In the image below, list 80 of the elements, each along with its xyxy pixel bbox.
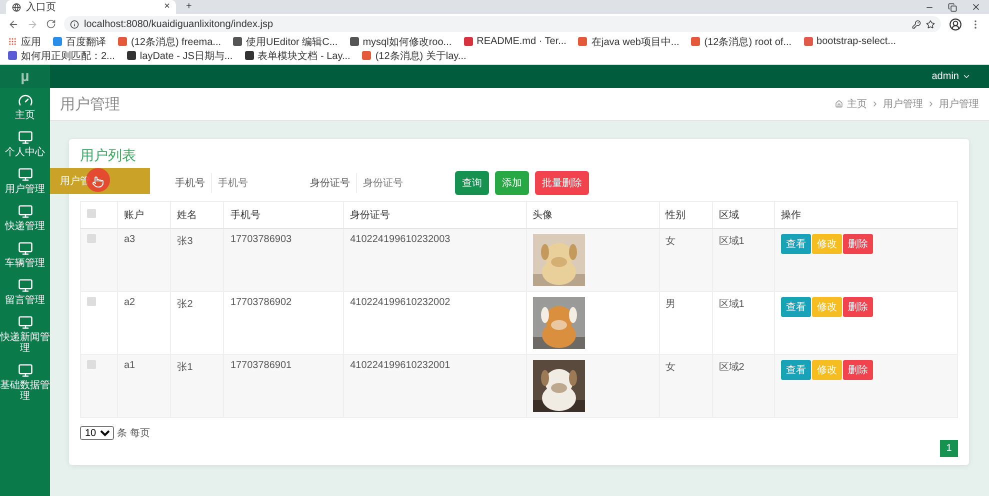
key-icon[interactable] [912,20,921,28]
filter-label: 身份证号 [310,177,350,190]
row-checkbox[interactable] [87,360,96,369]
reload-icon[interactable] [46,19,56,29]
breadcrumb-link[interactable]: 用户管理 [883,97,923,111]
page-size-select[interactable]: 10 [80,426,114,440]
monitor-icon [18,315,32,330]
bookmark[interactable]: mysql如何修改roo... [350,35,452,48]
dashboard-icon [18,93,32,108]
info-icon [70,20,79,28]
delete-button[interactable]: 删除 [843,360,873,380]
address-field[interactable]: localhost:8080/kuaidiguanlixitong/index.jsp [64,16,941,32]
monitor-icon [18,204,32,219]
logo[interactable]: µ [0,65,50,88]
home-icon [835,100,843,108]
delete-button[interactable]: 删除 [843,297,873,317]
view-button[interactable]: 查看 [781,234,811,254]
bookmark[interactable]: 应用 [8,35,41,48]
view-button[interactable]: 查看 [781,360,811,380]
table-cell: 17703786901 [224,354,344,418]
page-size-label: 条 每页 [117,427,150,440]
new-tab-button[interactable]: + [186,2,192,12]
filter-label: 手机号 [175,176,205,190]
sidebar-item[interactable]: 车辆管理 [0,236,50,273]
hand-cursor-icon [92,176,104,188]
bookmark[interactable]: (12条消息) 关于lay... [362,49,466,62]
monitor-icon [18,167,32,182]
view-button[interactable]: 查看 [781,297,811,317]
restore-icon[interactable] [948,2,957,12]
monitor-icon [18,278,32,293]
bookmark[interactable]: bootstrap-select... [804,35,896,48]
bookmark[interactable]: layDate - JS日期与... [126,49,233,62]
sidebar-item[interactable]: 快递管理 [0,199,50,236]
back-icon[interactable] [8,18,19,30]
sidebar-item[interactable]: 主页 [0,88,50,125]
tab-title: 入口页 [26,0,57,14]
table-cell: 410224199610232001 [344,354,526,418]
bookmark[interactable]: 百度翻译 [53,35,106,48]
user-menu[interactable]: admin [932,71,959,82]
card-title: 用户列表 [80,147,137,165]
flyout-label: 用户管 [60,174,90,188]
table-cell: 张1 [170,354,224,418]
add-button[interactable]: 添加 [495,171,529,195]
monitor-icon [18,363,32,378]
delete-button[interactable]: 批量删除 [535,171,589,195]
select-all-checkbox[interactable] [87,209,96,218]
table-cell: 区域2 [712,354,774,418]
page-button[interactable]: 1 [940,440,958,457]
browser-tab[interactable]: 入口页 × [6,0,176,14]
url-text: localhost:8080/kuaidiguanlixitong/index.jsp [84,18,274,30]
sidebar-item[interactable]: 留言管理 [0,273,50,310]
globe-icon [12,2,21,12]
tab-close-button[interactable]: × [164,2,170,12]
bookmark[interactable]: 在java web项目中... [578,35,680,48]
bookmark[interactable]: 表单模块文档 - Lay... [244,49,350,62]
table-cell: a1 [118,354,171,418]
breadcrumb-link[interactable]: 用户管理 [939,97,979,111]
search-button[interactable]: 查询 [455,171,489,195]
page-title: 用户管理 [60,94,121,114]
row-checkbox[interactable] [87,234,96,243]
breadcrumb-link[interactable]: 主页 [847,97,867,111]
bookmark[interactable]: (12条消息) root of... [691,35,792,48]
bookmark[interactable]: 如何用正则匹配：2... [8,49,115,62]
caret-icon[interactable] [962,72,971,81]
profile-icon[interactable] [949,18,962,30]
bookmark[interactable]: (12条消息) freema... [118,35,222,48]
delete-button[interactable]: 删除 [843,234,873,254]
row-checkbox[interactable] [87,297,96,306]
sidebar-item[interactable]: 个人中心 [0,125,50,162]
table-cell: 女 [659,354,712,418]
monitor-icon [18,241,32,256]
sidebar-item[interactable]: 快递新闻管理 [0,310,50,358]
chevron-icon [927,100,935,108]
monitor-icon [18,130,32,145]
close-icon[interactable] [971,2,981,12]
bookmark[interactable]: README.md · Ter... [464,35,566,48]
bookmark[interactable]: 使用UEditor 编辑C... [233,35,338,48]
sidebar-item[interactable]: 基础数据管理 [0,358,50,406]
star-icon[interactable] [926,20,935,28]
chevron-icon [871,100,879,108]
